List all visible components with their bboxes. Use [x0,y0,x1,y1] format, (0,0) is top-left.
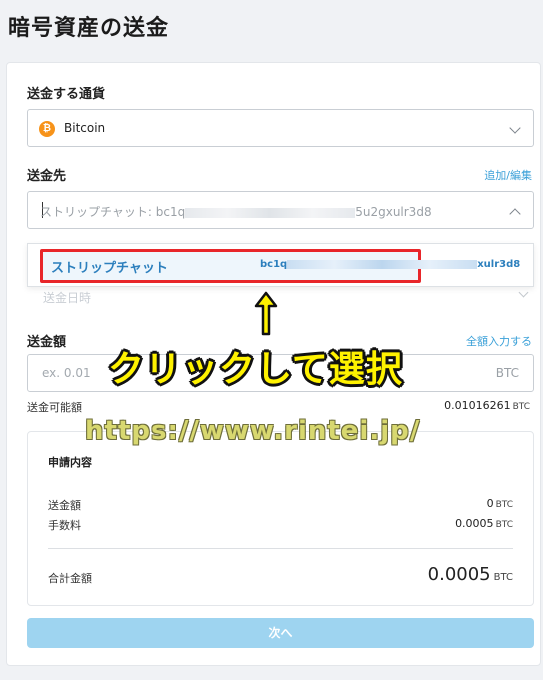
destination-option-stripchat[interactable]: ストリップチャット bc1q xulr3d8 [40,249,520,283]
redacted-address [185,207,356,218]
destination-option-address: bc1q xulr3d8 [260,259,520,270]
summary-divider [48,548,513,549]
destination-value: ストリップチャット: bc1q 5u2gxulr3d8 [40,203,432,220]
destination-value-suffix: 5u2gxulr3d8 [355,205,432,219]
destination-label: 送金先 [27,169,67,184]
bitcoin-icon: ₿ [39,121,55,137]
currency-label: 送金する通貨 [27,87,106,102]
arrow-up-icon [254,291,278,336]
watermark-url: https://www.rintei.jp/ [85,416,421,446]
destination-select[interactable]: ストリップチャット: bc1q 5u2gxulr3d8 [27,191,534,229]
summary-send-amount-label: 送金額 [48,499,81,512]
summary-fee-label: 手数料 [48,519,81,532]
summary-send-amount-value: 0 BTC [486,497,513,510]
option-address-suffix: xulr3d8 [477,259,521,270]
page-title: 暗号資産の送金 [8,16,170,41]
redacted-address [287,259,478,269]
summary-total-label: 合計金額 [48,572,92,585]
full-amount-link[interactable]: 全額入力する [466,333,532,349]
chevron-up-icon [509,208,521,220]
chevron-down-icon [518,287,529,298]
option-address-prefix: bc1q [260,259,288,270]
amount-placeholder: ex. 0.01 [42,366,91,380]
destination-value-prefix: ストリップチャット: bc1q [40,205,186,219]
summary-title: 申請内容 [48,456,92,469]
summary-fee-value: 0.0005 BTC [455,517,513,530]
destination-option-name: ストリップチャット [51,261,168,276]
summary-panel: 申請内容 送金額 0 BTC 手数料 0.0005 BTC 合計金額 0.0005 B… [27,431,534,606]
next-button[interactable]: 次へ [27,618,534,648]
send-date-label: 送金日時 [43,291,92,305]
overlay-instruction: クリックして選択 [108,349,403,390]
available-value: 0.01016261 BTC [444,399,530,412]
edit-destinations-link[interactable]: 追加/編集 [484,167,532,183]
currency-select[interactable]: ₿ Bitcoin [27,109,534,147]
chevron-down-icon [509,122,521,134]
available-label: 送金可能額 [27,401,82,414]
amount-unit: BTC [495,366,519,380]
amount-label: 送金額 [27,335,67,350]
currency-selected-value: Bitcoin [64,121,106,135]
destination-dropdown: ストリップチャット bc1q xulr3d8 [27,243,534,287]
summary-total-value: 0.0005 BTC [427,564,513,585]
